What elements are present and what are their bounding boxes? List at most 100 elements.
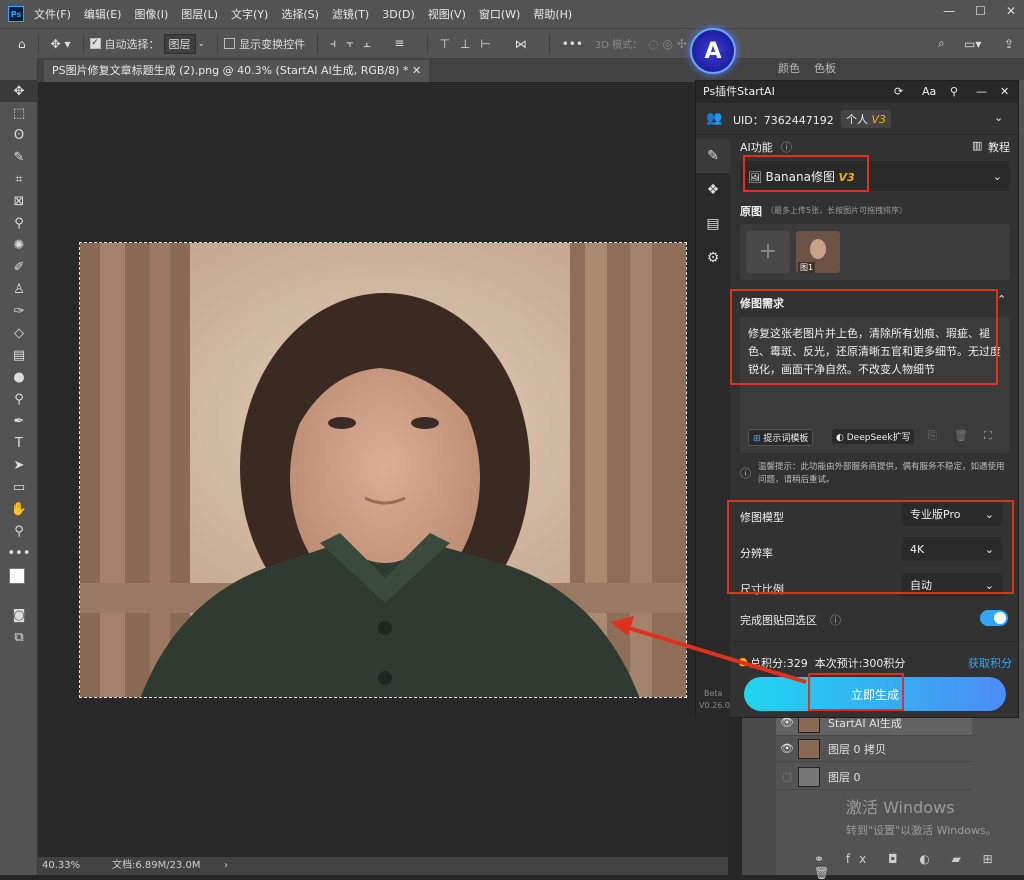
move-tool-icon[interactable]: ✥ xyxy=(0,80,38,102)
collapse-icon[interactable]: ⌃ xyxy=(997,293,1006,306)
quick-mask-icon[interactable]: ◙ xyxy=(0,604,38,626)
path-select-icon[interactable]: ➤ xyxy=(0,454,38,476)
menu-file[interactable]: 文件(F) xyxy=(34,6,71,22)
auto-select-dropdown[interactable]: 图层 xyxy=(163,33,196,54)
zoom-level[interactable]: 40.33% xyxy=(42,857,80,875)
dodge-tool-icon[interactable]: ⚲ xyxy=(0,388,38,410)
layer-row[interactable]: 👁 图层 0 拷贝 xyxy=(776,736,972,762)
more-options-icon[interactable]: ••• xyxy=(562,37,583,51)
menu-type[interactable]: 文字(Y) xyxy=(231,6,268,22)
tab-color[interactable]: 颜色 xyxy=(778,58,800,80)
document-tab[interactable]: PS图片修复文章标题生成 (2).png @ 40.3% (StartAI AI… xyxy=(44,60,430,82)
model-dropdown[interactable]: 专业版Pro ⌄ xyxy=(902,502,1002,526)
close-tab-icon[interactable]: ✕ xyxy=(412,64,421,77)
align-icons[interactable]: ⫞⫟⫠ ≡ xyxy=(330,36,414,51)
trash-icon[interactable]: 🗑 xyxy=(954,429,968,442)
marquee-tool-icon[interactable]: ⬚ xyxy=(0,102,38,124)
ai-function-dropdown[interactable]: 🖼 Banana修图 V3 ⌄ xyxy=(740,161,1010,191)
eye-icon[interactable]: 👁 xyxy=(776,742,798,755)
info-icon[interactable]: ⓘ xyxy=(830,612,841,628)
image-thumbnail[interactable]: 图1 xyxy=(796,231,840,273)
chevron-down-icon[interactable]: ⌄ xyxy=(994,111,1003,124)
requirement-textarea[interactable]: 修复这张老图片并上色，清除所有划痕、瑕疵、褪色、霉斑、反光，还原清晰五官和更多细… xyxy=(740,317,1010,453)
deepseek-button[interactable]: ◐ DeepSeek扩写 xyxy=(832,429,915,444)
maximize-icon[interactable]: ☐ xyxy=(975,4,986,18)
workspace-icon[interactable]: ▭▾ xyxy=(964,37,981,51)
auto-select-checkbox[interactable]: ✓ xyxy=(89,38,101,49)
home-icon[interactable]: ⌂ xyxy=(18,37,26,51)
prompt-template-button[interactable]: ⊞ 提示词模板 xyxy=(748,429,814,446)
menu-image[interactable]: 图像(I) xyxy=(134,6,168,22)
pen-tool-icon[interactable]: ✒ xyxy=(0,410,38,432)
close-icon[interactable]: ✕ xyxy=(1000,81,1009,103)
eyedropper-icon[interactable]: ⚲ xyxy=(0,212,38,234)
tutorial-link[interactable]: 教程 xyxy=(988,139,1010,155)
layer-name[interactable]: 图层 0 拷贝 xyxy=(828,741,886,757)
font-size-icon[interactable]: Aa xyxy=(922,81,936,103)
menu-edit[interactable]: 编辑(E) xyxy=(84,6,122,22)
share-icon[interactable]: ⇪ xyxy=(1004,37,1014,51)
rectangle-tool-icon[interactable]: ▭ xyxy=(0,476,38,498)
menu-view[interactable]: 视图(V) xyxy=(428,6,466,22)
minimize-icon[interactable]: — xyxy=(943,4,955,18)
visibility-toggle[interactable]: ▢ xyxy=(776,770,798,783)
ratio-dropdown[interactable]: 自动 ⌄ xyxy=(902,573,1002,597)
layers-stack-icon[interactable]: ❖ xyxy=(696,173,730,207)
history-brush-icon[interactable]: ✑ xyxy=(0,300,38,322)
add-image-button[interactable]: + xyxy=(746,231,790,273)
menu-bar: Ps 文件(F) 编辑(E) 图像(I) 图层(L) 文字(Y) 选择(S) 滤… xyxy=(0,0,1024,28)
layer-name[interactable]: 图层 0 xyxy=(828,769,861,785)
account-type[interactable]: 个人 V3 xyxy=(841,110,892,128)
settings-icon[interactable]: ⚙ xyxy=(696,241,730,275)
distribute-icons[interactable]: ⊤⊥⊢ ⋈ xyxy=(440,37,537,51)
hand-tool-icon[interactable]: ✋ xyxy=(0,498,38,520)
healing-brush-icon[interactable]: ✺ xyxy=(0,234,38,256)
refresh-icon[interactable]: ⟳ xyxy=(894,81,903,103)
pin-icon[interactable]: ⚲ xyxy=(950,81,958,103)
menu-filter[interactable]: 滤镜(T) xyxy=(332,6,369,22)
copy-icon[interactable]: ⎘ xyxy=(928,429,937,443)
menu-help[interactable]: 帮助(H) xyxy=(533,6,572,22)
expand-icon[interactable]: ⛶ xyxy=(984,429,992,443)
type-tool-icon[interactable]: T xyxy=(0,432,38,454)
search-icon[interactable]: ⌕ xyxy=(938,36,945,51)
chevron-right-icon[interactable]: › xyxy=(224,857,228,875)
brush-tool-icon[interactable]: ✐ xyxy=(0,256,38,278)
menu-window[interactable]: 窗口(W) xyxy=(479,6,520,22)
lasso-tool-icon[interactable]: ʘ xyxy=(0,124,38,146)
document-icon[interactable]: ▤ xyxy=(696,207,730,241)
stamp-tool-icon[interactable]: ♙ xyxy=(0,278,38,300)
document-photo[interactable] xyxy=(79,242,687,698)
gradient-tool-icon[interactable]: ▤ xyxy=(0,344,38,366)
book-icon[interactable]: ▥ xyxy=(972,139,982,152)
3d-tools-icons[interactable]: ◌ ◎ ✣ xyxy=(648,37,687,51)
layers-footer-icons[interactable]: ⚭ fx ◘ ◐ ▰ ⊞ 🗑 xyxy=(814,852,1024,880)
menu-select[interactable]: 选择(S) xyxy=(281,6,319,22)
move-tool-icon[interactable]: ✥ ▾ xyxy=(51,37,71,51)
layer-row[interactable]: ▢ 图层 0 xyxy=(776,764,972,790)
get-points-link[interactable]: 获取积分 xyxy=(968,655,1012,671)
more-tools-icon[interactable]: ••• xyxy=(0,542,38,564)
screen-mode-icon[interactable]: ⧉ xyxy=(0,626,38,648)
info-icon[interactable]: ⓘ xyxy=(781,139,792,155)
paste-back-toggle[interactable] xyxy=(980,610,1008,626)
quick-select-icon[interactable]: ✎ xyxy=(0,146,38,168)
show-transform-checkbox[interactable] xyxy=(224,38,236,49)
color-swatches-icon[interactable] xyxy=(0,564,38,604)
menu-layer[interactable]: 图层(L) xyxy=(181,6,218,22)
resolution-dropdown[interactable]: 4K ⌄ xyxy=(902,537,1002,561)
edit-icon[interactable]: ✎ xyxy=(696,139,730,173)
blur-tool-icon[interactable]: ● xyxy=(0,366,38,388)
eraser-icon[interactable]: ◇ xyxy=(0,322,38,344)
startai-logo[interactable]: A xyxy=(690,28,736,74)
minimize-icon[interactable]: — xyxy=(976,81,987,103)
requirement-label: 修图需求 xyxy=(740,297,784,310)
crop-tool-icon[interactable]: ⌗ xyxy=(0,168,38,190)
close-window-icon[interactable]: ✕ xyxy=(1006,4,1016,18)
menu-3d[interactable]: 3D(D) xyxy=(382,8,415,21)
chevron-down-icon: ⌄ xyxy=(984,542,994,556)
model-label: 修图模型 xyxy=(740,511,784,524)
frame-tool-icon[interactable]: ⊠ xyxy=(0,190,38,212)
zoom-tool-icon[interactable]: ⚲ xyxy=(0,520,38,542)
tab-swatches[interactable]: 色板 xyxy=(814,58,836,80)
